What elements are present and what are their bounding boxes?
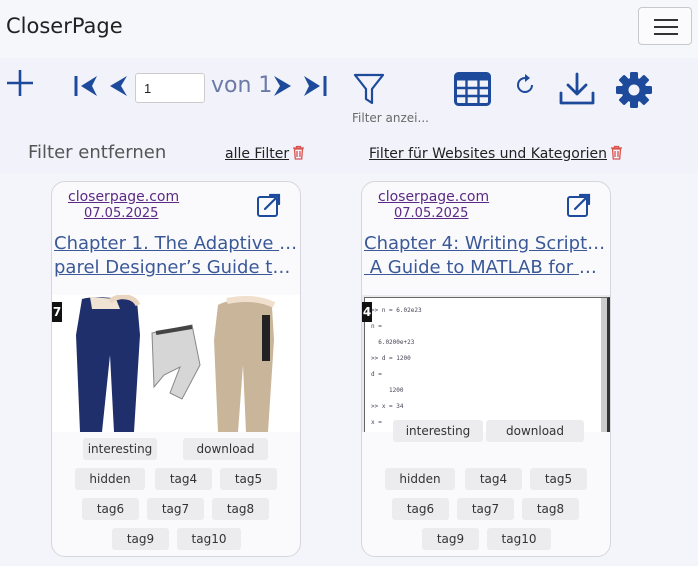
console-line: >> x = 34 (371, 403, 404, 410)
tag-chip[interactable]: tag7 (147, 498, 204, 520)
hamburger-icon-bar (654, 33, 678, 35)
trash-icon (610, 145, 622, 160)
tag-chip[interactable]: tag9 (112, 528, 169, 550)
card-thumbnail[interactable] (52, 295, 300, 432)
hamburger-icon-bar (654, 26, 678, 28)
tag-chip[interactable]: tag6 (82, 498, 139, 520)
tag-chip[interactable]: tag8 (212, 498, 269, 520)
bookmark-card[interactable]: closerpage.com 07.05.2025 Chapter 4: Wri… (361, 181, 611, 557)
next-page-icon[interactable] (272, 74, 294, 98)
tag-chip[interactable]: tag10 (487, 528, 551, 550)
pants-image (52, 295, 300, 432)
card-title-line: parel Designer’s Guide to ... (54, 257, 299, 278)
console-line: d = (371, 371, 382, 378)
card-badge: 4 (362, 302, 372, 322)
console-line: >> n = 6.02e23 (371, 307, 422, 314)
tag-chip[interactable]: hidden (75, 468, 145, 490)
brand-title[interactable]: CloserPage (6, 14, 123, 38)
tag-chip[interactable]: interesting (393, 420, 483, 442)
tag-chip[interactable]: tag10 (177, 528, 241, 550)
card-title-line: A Guide to MATLAB for M... (364, 257, 609, 278)
download-icon[interactable] (558, 71, 596, 107)
clear-site-category-filter-link[interactable]: Filter für Websites und Kategorien (369, 145, 623, 162)
tag-chip[interactable]: tag6 (392, 498, 449, 520)
all-filters-label: alle Filter (225, 146, 290, 162)
site-category-filter-label: Filter für Websites und Kategorien (369, 146, 607, 162)
page-number-input[interactable] (135, 73, 205, 103)
card-title-line: Chapter 1. The Adaptive Ap (54, 233, 299, 254)
hamburger-icon (654, 19, 678, 21)
tag-chip[interactable]: tag4 (465, 468, 522, 490)
card-title-link[interactable]: Chapter 1. The Adaptive Ap parel Designe… (54, 232, 299, 280)
card-thumbnail[interactable]: >> n = 6.02e23 n = 6.0200e+23 >> d = 120… (362, 295, 610, 432)
filter-label[interactable]: Filter anzei... (352, 111, 429, 125)
card-badge: 7 (52, 302, 62, 322)
first-page-icon[interactable] (73, 74, 99, 98)
bookmark-card[interactable]: closerpage.com 07.05.2025 Chapter 1. The… (51, 181, 301, 557)
card-host-link[interactable]: closerpage.com (68, 189, 179, 205)
remove-filter-label: Filter entfernen (28, 142, 167, 163)
console-output: >> n = 6.02e23 n = 6.0200e+23 >> d = 120… (371, 306, 422, 432)
menu-toggle-button[interactable] (638, 7, 692, 45)
console-line: 1200 (371, 387, 404, 394)
matlab-console-screenshot: >> n = 6.02e23 n = 6.0200e+23 >> d = 120… (364, 297, 610, 432)
scrollbar (601, 298, 607, 432)
console-line: 6.0200e+23 (371, 339, 415, 346)
page-count-label: von 1 (211, 73, 273, 98)
card-title-line: Chapter 4: Writing Scripts | (364, 233, 609, 254)
console-line: >> d = 1200 (371, 355, 411, 362)
tag-chip[interactable]: tag8 (522, 498, 579, 520)
refresh-icon[interactable] (513, 73, 537, 97)
prev-page-icon[interactable] (107, 74, 129, 98)
filter-icon[interactable] (352, 71, 386, 107)
card-title-link[interactable]: Chapter 4: Writing Scripts | A Guide to … (364, 232, 609, 280)
tag-chip[interactable]: download (183, 438, 268, 460)
card-date[interactable]: 07.05.2025 (394, 206, 468, 221)
card-date[interactable]: 07.05.2025 (84, 206, 158, 221)
card-host-link[interactable]: closerpage.com (378, 189, 489, 205)
last-page-icon[interactable] (302, 74, 328, 98)
tag-chip[interactable]: tag5 (530, 468, 587, 490)
tag-chip[interactable]: download (486, 420, 584, 442)
grid-view-icon[interactable] (454, 72, 491, 106)
tag-chip[interactable]: tag5 (220, 468, 277, 490)
tag-chip[interactable]: tag7 (457, 498, 514, 520)
tag-chip[interactable]: interesting (83, 438, 157, 460)
console-line: n = (371, 323, 382, 330)
trash-icon (293, 145, 305, 160)
add-icon[interactable] (5, 68, 35, 98)
tag-chip[interactable]: tag4 (155, 468, 212, 490)
tag-chip[interactable]: tag9 (422, 528, 479, 550)
settings-gear-icon[interactable] (615, 71, 653, 109)
open-external-icon[interactable] (256, 192, 282, 218)
navbar: CloserPage (0, 0, 698, 58)
tag-chip[interactable]: hidden (385, 468, 455, 490)
open-external-icon[interactable] (566, 192, 592, 218)
clear-all-filters-link[interactable]: alle Filter (225, 145, 305, 162)
